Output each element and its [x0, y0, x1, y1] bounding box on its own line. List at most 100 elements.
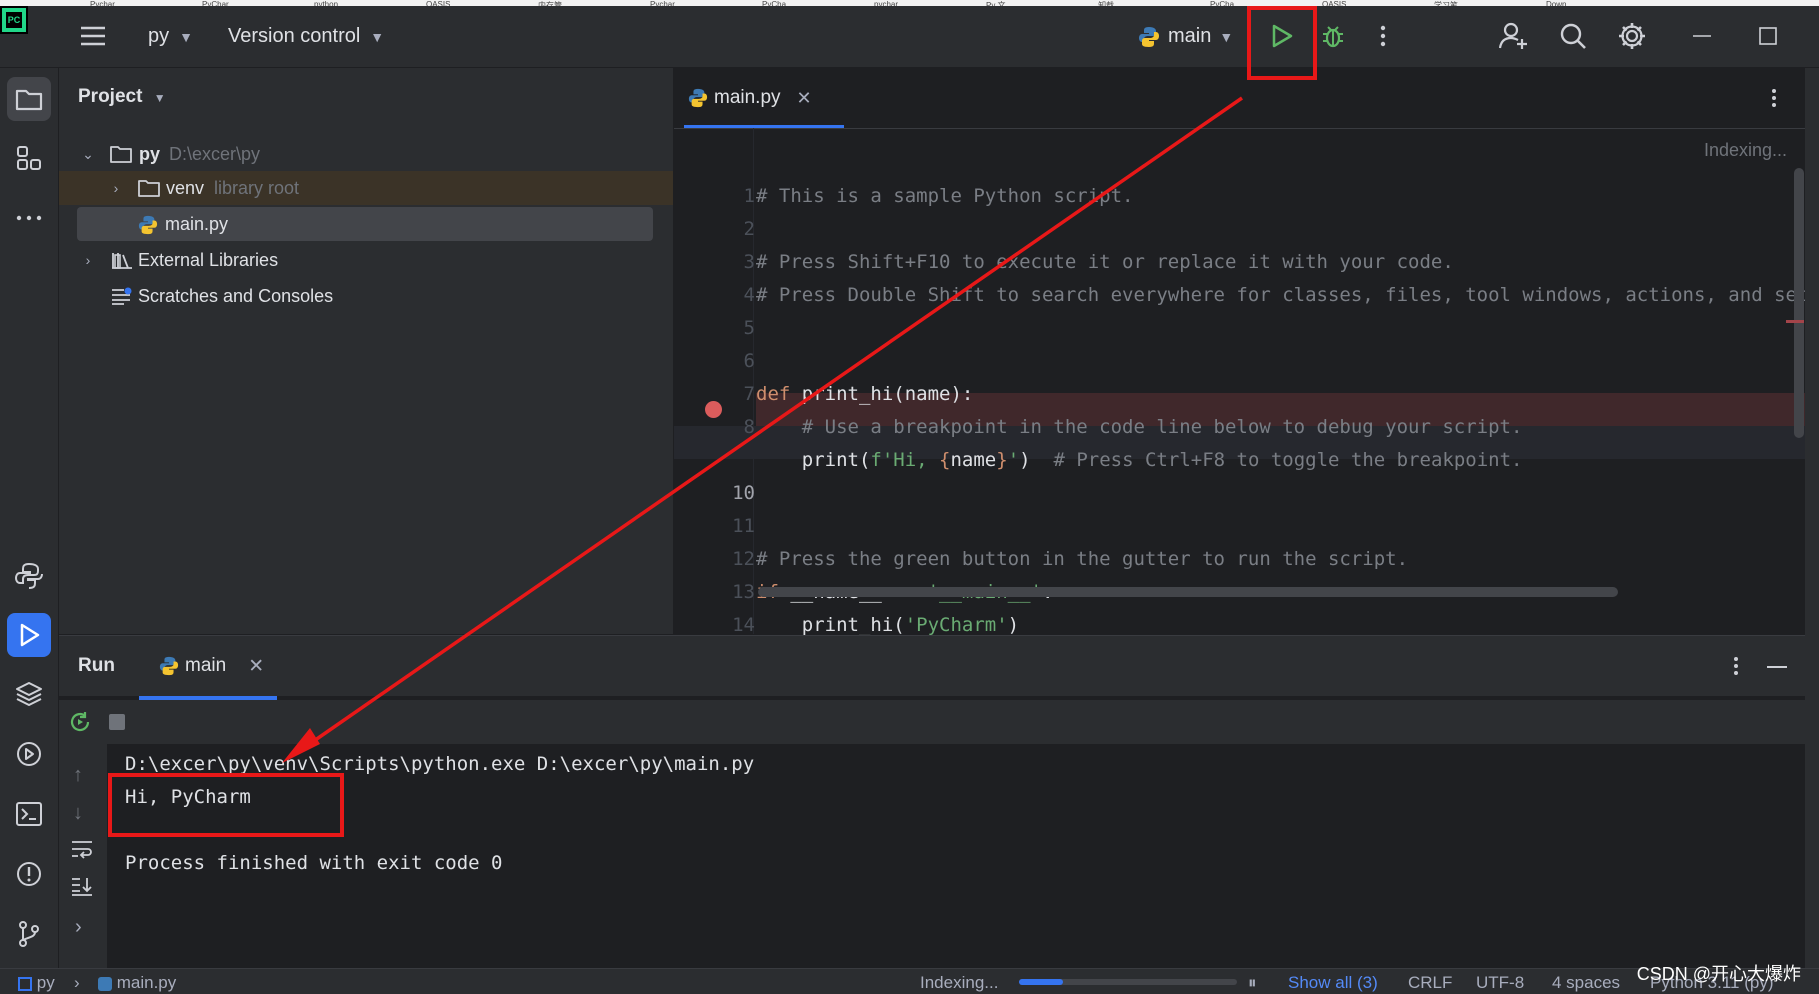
more-actions-icon[interactable] [1367, 20, 1399, 52]
project-panel-title-label: Project [78, 86, 143, 107]
code-line: 10 [674, 476, 1805, 509]
arrow-down-icon[interactable]: ↓ [73, 802, 83, 825]
add-user-icon[interactable] [1498, 20, 1530, 52]
code-line: 11 [674, 509, 1805, 542]
project-tool-window: Project ▼ ⌄ py D:\excer\py › venv librar… [59, 68, 674, 634]
search-icon[interactable] [1557, 20, 1589, 52]
settings-gear-icon[interactable] [1616, 20, 1648, 52]
line-number[interactable]: 1 [695, 185, 755, 207]
terminal-icon[interactable] [7, 792, 51, 836]
scroll-to-end-icon[interactable] [71, 876, 93, 896]
code-token: # Press Ctrl+F8 to toggle the breakpoint… [1053, 448, 1523, 471]
scratches-icon [111, 287, 133, 305]
chevron-right-icon[interactable]: › [80, 252, 96, 268]
run-panel-title: Run [78, 655, 115, 676]
output-highlight-box [108, 773, 344, 837]
module-icon [18, 976, 32, 991]
close-tab-icon[interactable]: ✕ [797, 88, 812, 109]
editor-tab-main-py[interactable]: main.py ✕ [688, 68, 812, 128]
pycharm-logo-icon[interactable]: PC [0, 6, 28, 34]
code-token: # Press Double Shift to search everywher… [756, 283, 1819, 306]
python-icon [1138, 26, 1160, 48]
problems-icon[interactable] [7, 852, 51, 896]
line-separator[interactable]: CRLF [1408, 973, 1452, 993]
arrow-up-icon[interactable]: ↑ [73, 764, 83, 787]
chevron-right-icon[interactable]: › [108, 180, 124, 196]
file-encoding[interactable]: UTF-8 [1476, 973, 1524, 993]
line-number[interactable]: 14 [695, 614, 755, 636]
line-number[interactable]: 6 [695, 350, 755, 372]
git-branch-icon[interactable] [7, 912, 51, 956]
breadcrumb-project[interactable]: py [18, 973, 55, 993]
more-tool-windows-icon[interactable] [7, 196, 51, 240]
show-all-link[interactable]: Show all (3) [1288, 973, 1378, 993]
chevron-right-icon[interactable]: › [75, 916, 82, 939]
project-folder-icon[interactable] [7, 77, 51, 121]
close-tab-icon[interactable]: ✕ [248, 655, 264, 678]
minimize-window-icon[interactable] [1686, 20, 1718, 52]
chevron-down-icon: ▼ [179, 28, 193, 45]
editor-more-icon[interactable] [1771, 88, 1777, 108]
editor-tab-label: main.py [714, 87, 781, 108]
code-line: 12 # Press the green button in the gutter… [674, 542, 1805, 575]
vcs-menu[interactable]: Version control ▼ [228, 6, 384, 67]
library-icon [111, 251, 133, 269]
tree-label: main.py [165, 213, 229, 234]
code-editor[interactable]: main.py ✕ Indexing... 1 # This is a sampl… [674, 68, 1819, 636]
code-text: # This is a sample Python script. [756, 185, 1134, 207]
pause-indexing-icon[interactable]: ⏸ [1248, 973, 1257, 993]
soft-wrap-icon[interactable] [71, 839, 93, 859]
code-text: def print_hi(name): [756, 383, 973, 405]
breadcrumb-file[interactable]: main.py [98, 973, 176, 993]
line-number[interactable]: 2 [695, 218, 755, 240]
python-file-icon [688, 88, 708, 108]
tree-item-py[interactable]: ⌄ py D:\excer\py [59, 137, 673, 171]
project-panel-title[interactable]: Project ▼ [78, 86, 166, 108]
debug-icon[interactable] [1317, 20, 1349, 52]
run-config-selector[interactable]: main ▼ [1138, 6, 1233, 67]
tree-item-scratches[interactable]: Scratches and Consoles [59, 279, 673, 313]
editor-tab-bar: main.py ✕ [674, 68, 1805, 129]
run-more-icon[interactable] [1733, 656, 1739, 676]
line-number[interactable]: 7 [695, 383, 755, 405]
console-line-exit: Process finished with exit code 0 [125, 852, 503, 874]
rerun-icon[interactable] [68, 710, 92, 734]
code-token: f'Hi, [870, 448, 940, 471]
python-packages-icon[interactable] [7, 672, 51, 716]
stop-icon[interactable] [109, 714, 125, 730]
chevron-down-icon[interactable]: ⌄ [80, 146, 96, 163]
services-icon[interactable] [7, 732, 51, 776]
line-number[interactable]: 13 [695, 581, 755, 603]
line-number[interactable]: 10 [695, 482, 755, 504]
main-menu-icon[interactable] [77, 20, 109, 52]
line-number[interactable]: 4 [695, 284, 755, 306]
line-number[interactable]: 3 [695, 251, 755, 273]
code-text: # Press Shift+F10 to execute it or repla… [756, 251, 1454, 273]
code-token: ) [1007, 613, 1020, 636]
run-tool-window-icon[interactable] [7, 613, 51, 657]
python-file-icon [159, 656, 179, 676]
code-text: print(f'Hi, {name}') # Press Ctrl+F8 to … [756, 448, 1523, 471]
code-text: print_hi('PyCharm') [756, 614, 1019, 636]
breadcrumb-project-label: py [36, 973, 55, 992]
tree-item-venv[interactable]: › venv library root [59, 171, 673, 205]
line-number[interactable]: 11 [695, 515, 755, 537]
line-number[interactable]: 12 [695, 548, 755, 570]
maximize-window-icon[interactable] [1752, 20, 1784, 52]
indent-setting[interactable]: 4 spaces [1552, 973, 1620, 993]
structure-icon[interactable] [7, 136, 51, 180]
run-config-label: main [1168, 25, 1212, 47]
tree-item-main-py[interactable]: main.py [77, 207, 653, 241]
line-number[interactable]: 8 [695, 416, 755, 438]
console-line-command: D:\excer\py\venv\Scripts\python.exe D:\e… [125, 753, 755, 775]
hide-panel-icon[interactable] [1767, 665, 1787, 669]
run-tab-main[interactable]: main ✕ [159, 636, 264, 696]
horizontal-scrollbar[interactable] [758, 587, 1618, 597]
error-stripe-mark[interactable] [1786, 320, 1804, 323]
project-switcher[interactable]: py ▼ [148, 6, 193, 67]
active-tab-indicator [684, 125, 844, 128]
tree-item-external-libraries[interactable]: › External Libraries [59, 243, 673, 277]
python-console-icon[interactable] [7, 554, 51, 598]
vertical-scrollbar[interactable] [1794, 168, 1804, 438]
line-number[interactable]: 5 [695, 317, 755, 339]
